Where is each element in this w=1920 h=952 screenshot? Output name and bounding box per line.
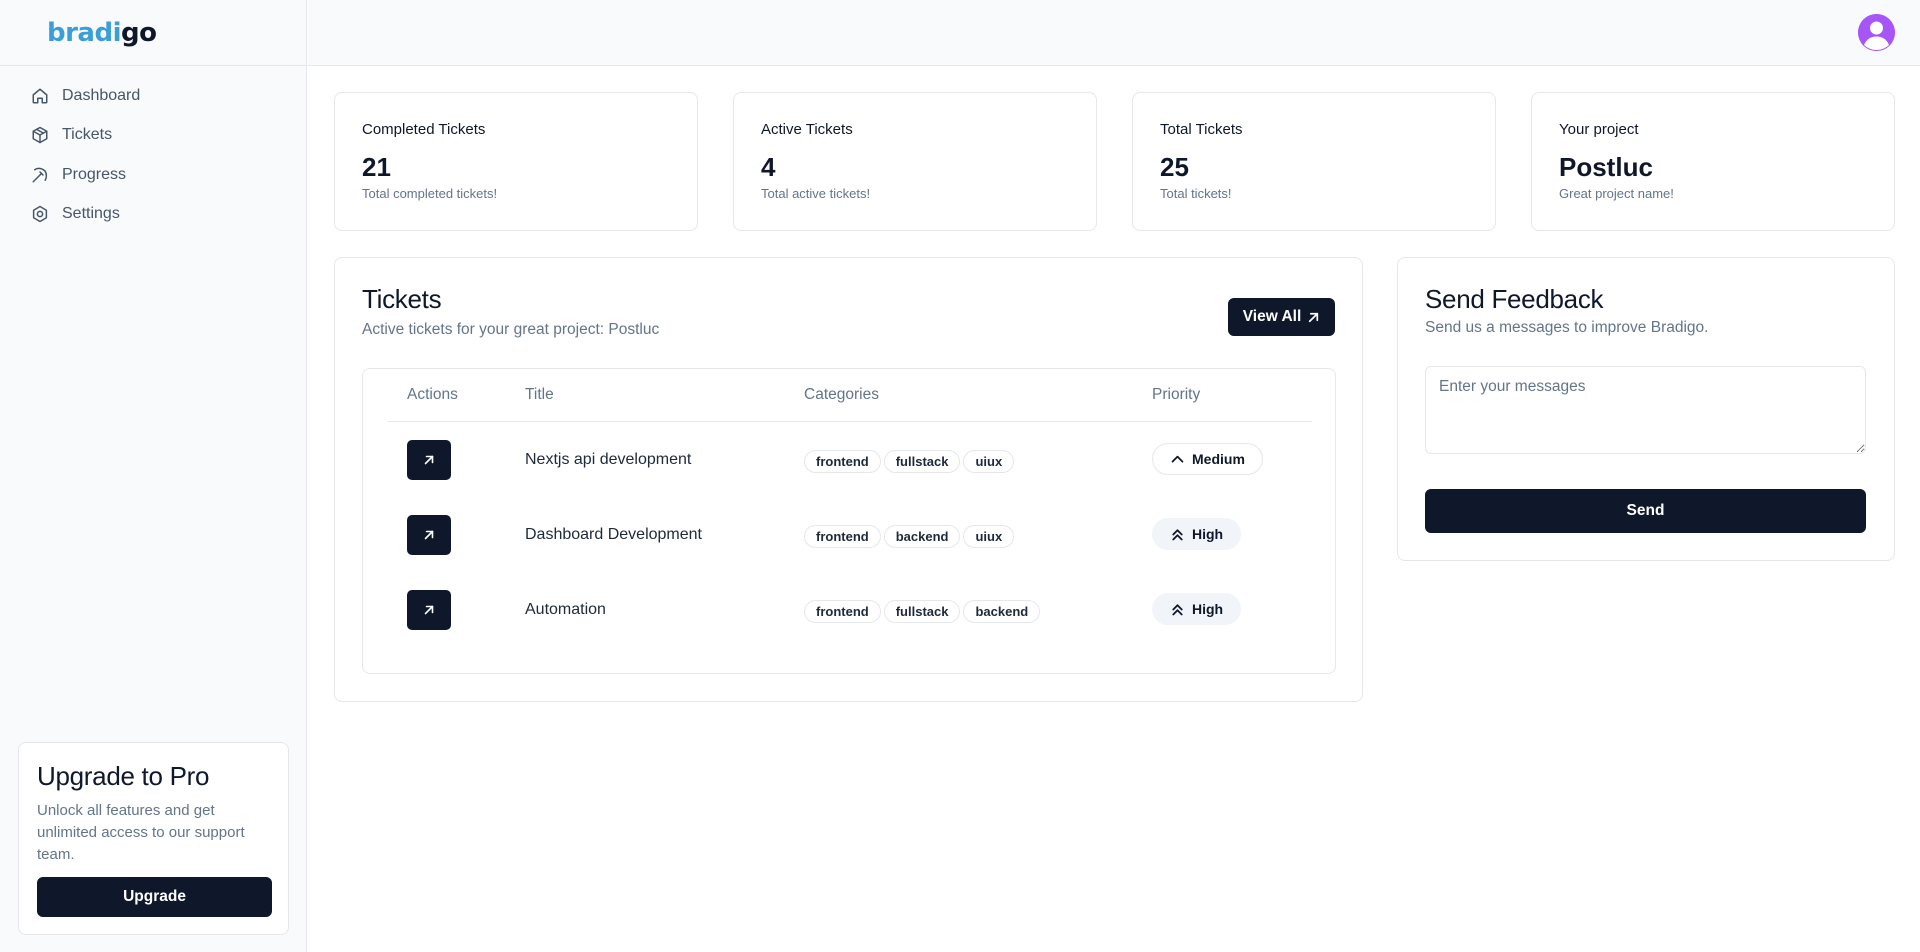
open-ticket-button[interactable] (407, 440, 451, 480)
open-ticket-button[interactable] (407, 590, 451, 630)
stat-value: 4 (761, 152, 776, 182)
category-tag: frontend (804, 450, 881, 473)
sidebar-item-label: Progress (62, 165, 127, 183)
view-all-label: View All (1242, 308, 1302, 325)
stat-label: Your project (1559, 121, 1639, 138)
stat-value: Postluc (1559, 152, 1653, 182)
chevron-up-icon (1171, 455, 1184, 463)
send-button[interactable]: Send (1425, 489, 1866, 533)
stat-subtext: Total tickets! (1160, 186, 1232, 201)
upgrade-title: Upgrade to Pro (37, 761, 210, 791)
sidebar-item-label: Tickets (62, 126, 113, 144)
upgrade-card: Upgrade to Pro Unlock all features and g… (18, 742, 289, 935)
stat-subtext: Total active tickets! (761, 186, 871, 201)
sidebar-item-progress[interactable]: Progress (0, 155, 306, 195)
view-all-button[interactable]: View All (1228, 298, 1335, 336)
table-row: Automation frontend fullstack backend Hi… (388, 573, 1312, 648)
sidebar-nav: Dashboard Tickets Progress Settings (0, 66, 306, 234)
stat-value: 21 (362, 152, 391, 182)
ticket-categories: frontend fullstack backend (804, 600, 1041, 623)
gear-icon (31, 205, 49, 223)
user-avatar-icon[interactable] (1858, 14, 1895, 51)
priority-label: High (1192, 526, 1224, 542)
brand-logo-part1: bradi (47, 17, 122, 48)
priority-badge: Medium (1152, 443, 1263, 475)
priority-badge: High (1152, 518, 1242, 550)
arrow-up-right-icon (424, 530, 434, 540)
feedback-card: Send Feedback Send us a messages to impr… (1397, 257, 1895, 561)
ticket-title: Automation (525, 601, 606, 618)
stat-label: Active Tickets (761, 121, 853, 138)
column-header-title: Title (525, 386, 554, 403)
stat-subtext: Total completed tickets! (362, 186, 498, 201)
priority-badge: High (1152, 593, 1242, 625)
category-tag: uiux (963, 450, 1015, 473)
arrow-up-right-icon (1309, 312, 1319, 322)
upgrade-button[interactable]: Upgrade (37, 877, 272, 917)
category-tag: backend (883, 525, 961, 548)
table-row: Dashboard Development frontend backend u… (388, 498, 1312, 573)
brand-logo[interactable]: bradigo (47, 18, 157, 48)
tickets-table: Actions Title Categories Priority Nextjs… (362, 368, 1336, 674)
tickets-subtitle: Active tickets for your great project: P… (362, 321, 660, 338)
stat-card-project: Your project Postluc Great project name! (1531, 92, 1895, 231)
stat-card-total: Total Tickets 25 Total tickets! (1132, 92, 1496, 231)
feedback-message-input[interactable] (1425, 366, 1866, 454)
chevrons-up-icon (1172, 528, 1183, 540)
pickaxe-icon (31, 166, 49, 184)
feedback-subtitle: Send us a messages to improve Bradigo. (1425, 319, 1709, 336)
stat-value: 25 (1160, 152, 1189, 182)
column-header-categories: Categories (804, 386, 879, 403)
sidebar-item-settings[interactable]: Settings (0, 195, 306, 235)
ticket-title: Nextjs api development (525, 451, 692, 468)
arrow-up-right-icon (424, 605, 434, 615)
category-tag: fullstack (883, 600, 961, 623)
logo-bar: bradigo (0, 0, 306, 66)
table-header: Actions Title Categories Priority (388, 369, 1312, 422)
sidebar-item-label: Settings (62, 205, 120, 223)
sidebar: bradigo Dashboard Tickets Progress Setti… (0, 0, 307, 952)
category-tag: fullstack (883, 450, 961, 473)
stat-label: Total Tickets (1160, 121, 1243, 138)
ticket-categories: frontend backend uiux (804, 525, 1015, 548)
ticket-categories: frontend fullstack uiux (804, 450, 1015, 473)
priority-label: Medium (1192, 451, 1245, 467)
category-tag: backend (963, 600, 1041, 623)
top-header (308, 0, 1920, 66)
ticket-title: Dashboard Development (525, 526, 702, 543)
sidebar-item-label: Dashboard (62, 86, 141, 104)
stat-subtext: Great project name! (1559, 186, 1674, 201)
sidebar-item-dashboard[interactable]: Dashboard (0, 76, 306, 116)
tickets-title: Tickets (362, 284, 442, 314)
sidebar-item-tickets[interactable]: Tickets (0, 116, 306, 156)
feedback-title: Send Feedback (1425, 284, 1604, 314)
category-tag: frontend (804, 525, 881, 548)
open-ticket-button[interactable] (407, 515, 451, 555)
stat-card-active: Active Tickets 4 Total active tickets! (733, 92, 1097, 231)
upgrade-text: Unlock all features and get unlimited ac… (37, 802, 245, 863)
stat-label: Completed Tickets (362, 121, 486, 138)
category-tag: frontend (804, 600, 881, 623)
tickets-card: Tickets Active tickets for your great pr… (334, 257, 1363, 702)
chevrons-up-icon (1172, 603, 1183, 615)
column-header-priority: Priority (1152, 386, 1201, 403)
brand-logo-part2: go (121, 17, 157, 48)
stat-card-completed: Completed Tickets 21 Total completed tic… (334, 92, 698, 231)
home-icon (31, 87, 49, 105)
category-tag: uiux (963, 525, 1015, 548)
priority-label: High (1192, 601, 1224, 617)
package-icon (31, 126, 49, 144)
column-header-actions: Actions (407, 386, 458, 403)
arrow-up-right-icon (424, 455, 434, 465)
table-row: Nextjs api development frontend fullstac… (388, 423, 1312, 498)
